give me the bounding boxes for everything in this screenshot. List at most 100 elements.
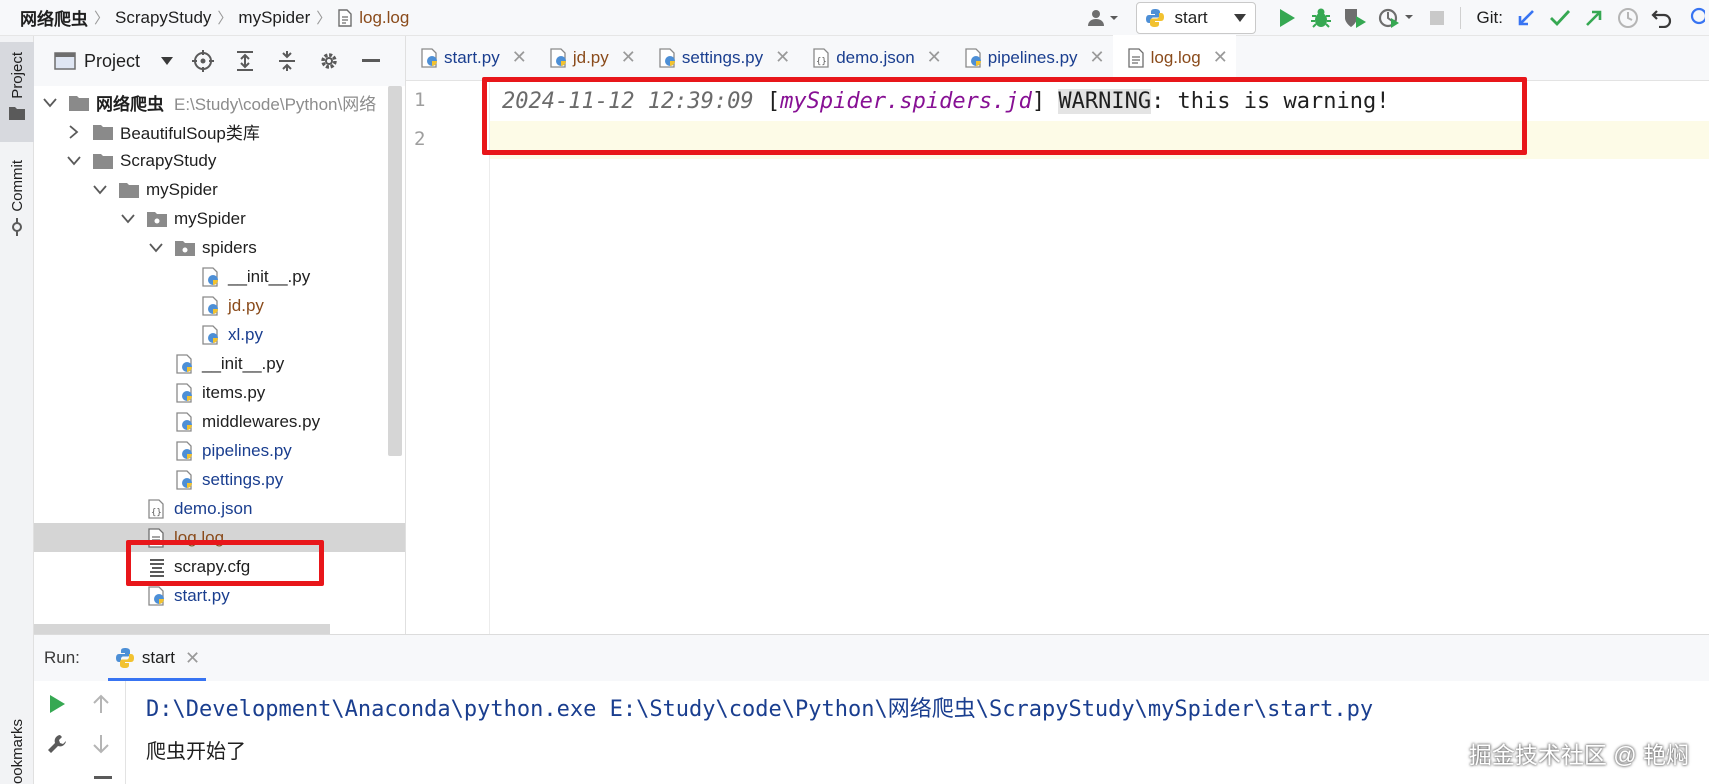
close-icon[interactable]: ✕ (1213, 47, 1228, 68)
tree-item-label: pipelines.py (202, 440, 292, 460)
wrench-icon (48, 735, 66, 753)
project-panel: Project 网络爬虫 E:\Study\code\Python\网络 Bea… (34, 36, 406, 634)
tree-item-file[interactable]: __init__.py (34, 262, 405, 291)
close-icon[interactable]: ✕ (775, 47, 790, 68)
tree-item-label: 网络爬虫 (96, 95, 164, 114)
python-file-icon (200, 324, 222, 345)
horizontal-scrollbar[interactable] (34, 624, 330, 634)
folder-icon (9, 106, 25, 120)
commit-icon (12, 217, 22, 236)
git-push-button[interactable] (1577, 3, 1611, 33)
tree-item-file[interactable]: jd.py (34, 291, 405, 320)
vertical-scrollbar[interactable] (388, 86, 402, 456)
git-history-button[interactable] (1611, 3, 1645, 33)
stop-icon (1429, 11, 1444, 25)
expand-all-button[interactable] (224, 46, 266, 76)
chevron-down-icon[interactable] (148, 240, 164, 256)
tree-item-label: items.py (202, 382, 266, 402)
git-update-button[interactable] (1509, 3, 1543, 33)
collapse-all-icon (279, 51, 296, 71)
console-output[interactable]: D:\Development\Anaconda\python.exe E:\St… (146, 691, 1373, 764)
chevron-down-icon[interactable] (160, 56, 174, 66)
chevron-down-icon[interactable] (66, 153, 82, 169)
package-icon (146, 209, 168, 229)
git-rollback-button[interactable] (1645, 3, 1679, 33)
debug-button[interactable] (1304, 3, 1338, 33)
tree-item-folder[interactable]: ScrapyStudy (34, 146, 405, 175)
close-icon[interactable]: ✕ (927, 47, 942, 68)
tab-demo-json[interactable]: {} demo.json ✕ (798, 35, 950, 80)
run-button[interactable] (1270, 3, 1304, 33)
tab-label: settings.py (681, 47, 764, 67)
tree-item-root[interactable]: 网络爬虫 E:\Study\code\Python\网络 (34, 88, 405, 117)
json-file-icon: {} (812, 47, 832, 68)
folder-icon (68, 93, 90, 113)
breadcrumb-item-current[interactable]: log.log (359, 8, 409, 28)
tab-label: start.py (444, 47, 500, 67)
breadcrumb-item[interactable]: 网络爬虫 (20, 5, 88, 30)
chevron-down-icon[interactable] (42, 95, 58, 111)
collapse-all-button[interactable] (266, 46, 308, 76)
user-icon[interactable] (1080, 3, 1128, 33)
gear-icon (321, 53, 337, 69)
git-label: Git: (1476, 8, 1503, 27)
settings-button[interactable] (40, 729, 74, 759)
tree-item-file[interactable]: items.py (34, 378, 405, 407)
close-icon[interactable]: ✕ (185, 648, 200, 669)
tree-item-folder[interactable]: mySpider (34, 175, 405, 204)
project-options-button[interactable] (308, 46, 350, 76)
code-editor[interactable]: 2024-11-12 12:39:09 [mySpider.spiders.jd… (490, 81, 1709, 634)
tree-item-package[interactable]: spiders (34, 233, 405, 262)
tree-item-package[interactable]: mySpider (34, 204, 405, 233)
tree-item-file[interactable]: __init__.py (34, 349, 405, 378)
tree-item-file[interactable]: settings.py (34, 465, 405, 494)
tab-pipelines-py[interactable]: pipelines.py ✕ (950, 35, 1113, 80)
tree-item-file[interactable]: start.py (34, 581, 405, 610)
chevron-down-icon (1233, 14, 1246, 22)
soft-wrap-icon[interactable] (94, 776, 112, 779)
tab-jd-py[interactable]: jd.py ✕ (535, 35, 644, 80)
chevron-down-icon[interactable] (92, 182, 108, 198)
tree-item-file[interactable]: middlewares.py (34, 407, 405, 436)
tab-settings-py[interactable]: settings.py ✕ (644, 35, 798, 80)
tree-item-file[interactable]: xl.py (34, 320, 405, 349)
tab-label: demo.json (836, 47, 915, 67)
tree-item-label: mySpider (174, 208, 246, 228)
run-panel: Run: start ✕ D:\Development\Anaconda\pyt… (34, 634, 1709, 784)
search-everywhere-button[interactable] (1679, 3, 1709, 33)
profile-button[interactable] (1372, 3, 1420, 33)
close-icon[interactable]: ✕ (621, 47, 636, 68)
project-tool-tab[interactable]: Project (0, 42, 34, 142)
chevron-right-icon[interactable] (66, 124, 82, 140)
tab-log-log[interactable]: log.log ✕ (1112, 35, 1237, 80)
run-tab-start[interactable]: start ✕ (107, 635, 207, 681)
rerun-button[interactable] (40, 689, 74, 719)
commit-tool-tab[interactable]: Commit (0, 154, 34, 264)
scroll-up-button[interactable] (84, 689, 118, 719)
close-icon[interactable]: ✕ (512, 47, 527, 68)
git-commit-button[interactable] (1543, 3, 1577, 33)
scroll-down-button[interactable] (84, 729, 118, 759)
breadcrumb-item[interactable]: ScrapyStudy (115, 8, 211, 28)
log-file-icon (1127, 47, 1147, 68)
tree-item-file[interactable]: {} demo.json (34, 494, 405, 523)
stop-button[interactable] (1420, 3, 1454, 33)
run-configuration-selector[interactable]: start (1135, 2, 1256, 34)
tab-start-py[interactable]: start.py ✕ (406, 35, 535, 80)
run-panel-header: Run: start ✕ (34, 635, 1709, 681)
run-with-coverage-button[interactable] (1338, 3, 1372, 33)
tree-item-file[interactable]: scrapy.cfg (34, 552, 405, 581)
tree-item-label: demo.json (174, 498, 253, 518)
bookmarks-tool-tab[interactable]: ookmarks (0, 696, 34, 784)
locate-file-button[interactable] (182, 46, 224, 76)
hide-panel-button[interactable] (350, 46, 392, 76)
chevron-down-icon[interactable] (120, 211, 136, 227)
tree-item-file-selected[interactable]: log.log (34, 523, 405, 552)
breadcrumb-item[interactable]: mySpider (238, 8, 310, 28)
tab-label: pipelines.py (987, 47, 1078, 67)
close-icon[interactable]: ✕ (1090, 47, 1105, 68)
navigation-bar: 网络爬虫 〉 ScrapyStudy 〉 mySpider 〉 log.log … (0, 0, 1709, 36)
tree-item-file[interactable]: pipelines.py (34, 436, 405, 465)
tree-item-folder[interactable]: BeautifulSoup类库 (34, 117, 405, 146)
tool-window-strip: Project Commit ookmarks (0, 36, 34, 784)
